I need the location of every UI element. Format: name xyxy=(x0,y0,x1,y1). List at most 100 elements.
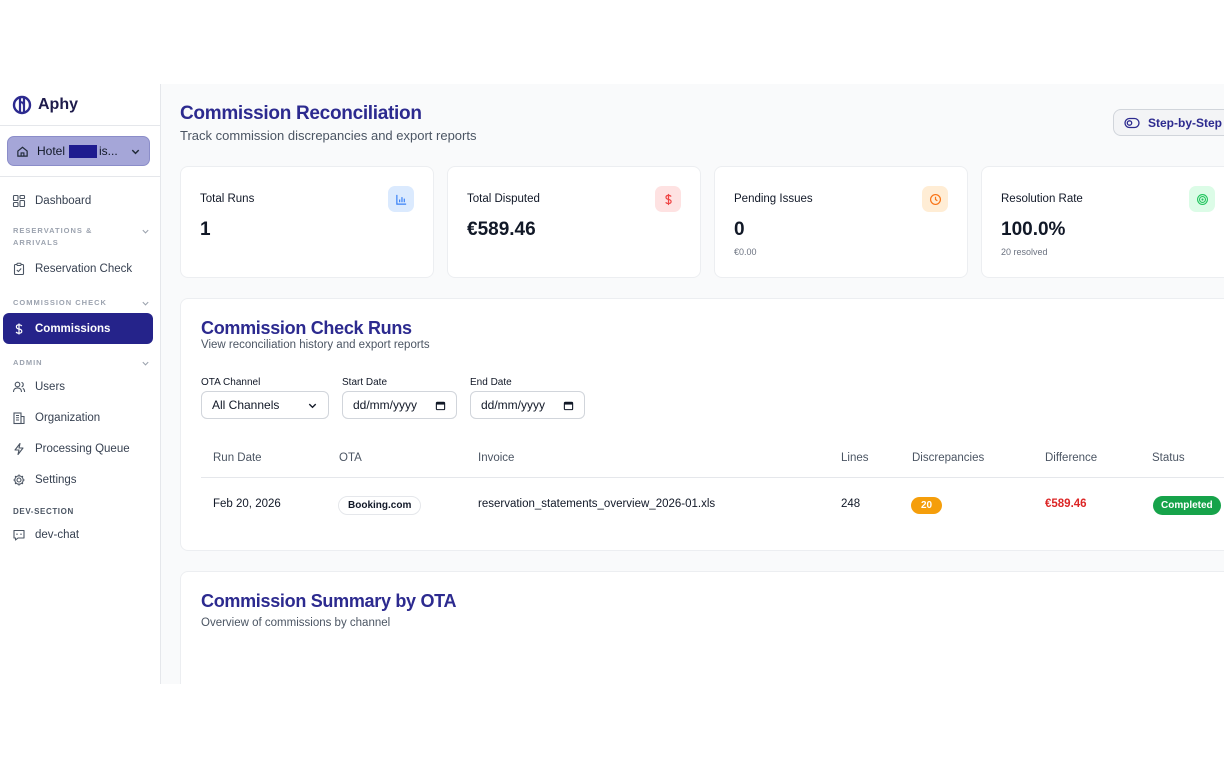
stat-label: Resolution Rate xyxy=(1001,193,1083,205)
users-icon xyxy=(12,381,26,392)
chevron-down-icon xyxy=(142,229,149,234)
sidebar-item-label: dev-chat xyxy=(35,528,80,541)
cell-run-date: Feb 20, 2026 xyxy=(213,498,281,510)
building-icon xyxy=(13,411,25,424)
sidebar-item-reservation-check[interactable]: Reservation Check xyxy=(0,253,160,284)
stat-value: 0 xyxy=(734,219,745,240)
panel-title: Commission Summary by OTA xyxy=(201,591,457,611)
lightning-icon xyxy=(14,442,24,455)
section-label: Commission Check xyxy=(13,298,107,307)
start-date-label: Start Date xyxy=(342,377,388,388)
app-shell: Aphy Hotel is... Dashboard RESERVATIONS … xyxy=(0,84,1224,684)
clipboard-check-icon xyxy=(13,262,25,275)
gear-icon xyxy=(13,474,25,485)
status-badge: Completed xyxy=(1153,496,1221,515)
column-header-invoice[interactable]: Invoice xyxy=(478,452,514,464)
main-content: Commission Reconciliation Track commissi… xyxy=(161,84,1224,684)
section-reservations-arrivals[interactable]: Reservations & Arrivals xyxy=(0,225,160,249)
bar-chart-icon xyxy=(388,186,414,212)
ota-badge: Booking.com xyxy=(338,496,422,515)
commission-summary-panel: Commission Summary by OTA Overview of co… xyxy=(180,571,1224,684)
section-label: Admin xyxy=(13,358,43,367)
sidebar-item-settings[interactable]: Settings xyxy=(0,464,160,495)
ota-channel-label: OTA Channel xyxy=(201,377,261,388)
chevron-down-icon xyxy=(131,149,140,154)
clock-icon xyxy=(922,186,948,212)
column-header-ota[interactable]: OTA xyxy=(339,452,362,464)
hotel-name: Hotel is... xyxy=(37,144,118,158)
end-date-input[interactable]: dd/mm/yyyy xyxy=(470,391,585,419)
panel-subtitle: Overview of commissions by channel xyxy=(201,617,391,629)
section-commission-check[interactable]: Commission Check xyxy=(0,297,160,309)
sidebar-item-label: Organization xyxy=(35,411,101,424)
cell-difference: €589.46 xyxy=(1045,498,1087,510)
section-admin[interactable]: Admin xyxy=(0,357,160,369)
section-label: Reservations & Arrivals xyxy=(13,226,93,247)
brand-name: Aphy xyxy=(38,95,78,113)
stat-card-pending-issues: Pending Issues 0 €0.00 xyxy=(714,166,968,278)
step-by-step-label: Step-by-Step xyxy=(1148,115,1223,130)
panel-title: Commission Check Runs xyxy=(201,318,412,338)
column-header-discrepancies[interactable]: Discrepancies xyxy=(912,452,984,464)
step-by-step-button[interactable]: Step-by-Step xyxy=(1113,109,1224,136)
stat-label: Pending Issues xyxy=(734,193,813,205)
sidebar-item-users[interactable]: Users xyxy=(0,371,160,402)
page-title: Commission Reconciliation xyxy=(180,103,422,124)
stat-note: €0.00 xyxy=(734,247,757,257)
sidebar: Aphy Hotel is... Dashboard RESERVATIONS … xyxy=(0,84,161,684)
aphy-logo-icon xyxy=(12,95,32,114)
sidebar-item-commissions[interactable]: Commissions xyxy=(3,313,153,344)
column-header-run-date[interactable]: Run Date xyxy=(213,452,262,464)
sidebar-item-label: Reservation Check xyxy=(35,262,133,275)
sidebar-item-dashboard[interactable]: Dashboard xyxy=(0,185,160,216)
column-header-lines[interactable]: Lines xyxy=(841,452,869,464)
stat-label: Total Runs xyxy=(200,193,255,205)
stat-card-resolution-rate: Resolution Rate 100.0% 20 resolved xyxy=(981,166,1224,278)
home-icon xyxy=(17,146,28,157)
column-header-difference[interactable]: Difference xyxy=(1045,452,1097,464)
hotel-name-suffix: is... xyxy=(99,144,118,158)
end-date-placeholder: dd/mm/yyyy xyxy=(481,398,546,412)
dollar-icon xyxy=(15,323,23,334)
sidebar-item-label: Dashboard xyxy=(35,194,92,207)
start-date-input[interactable]: dd/mm/yyyy xyxy=(342,391,457,419)
hotel-selector[interactable]: Hotel is... xyxy=(7,136,150,166)
ota-channel-value: All Channels xyxy=(212,398,280,412)
chat-icon xyxy=(13,529,25,541)
stat-note: 20 resolved xyxy=(1001,247,1048,257)
stat-value: €589.46 xyxy=(467,219,536,240)
chevron-down-icon xyxy=(308,403,317,408)
sidebar-item-label: Processing Queue xyxy=(35,442,130,455)
redacted-block xyxy=(69,144,98,158)
stat-card-total-runs: Total Runs 1 xyxy=(180,166,434,278)
stat-value: 1 xyxy=(200,219,211,240)
dashboard-icon xyxy=(12,194,26,207)
chevron-down-icon xyxy=(142,361,149,366)
column-header-status[interactable]: Status xyxy=(1152,452,1185,464)
sidebar-item-processing-queue[interactable]: Processing Queue xyxy=(0,433,160,464)
discrepancies-badge: 20 xyxy=(911,497,942,514)
stat-label: Total Disputed xyxy=(467,193,540,205)
sidebar-item-label: Commissions xyxy=(35,322,111,335)
target-icon xyxy=(1189,186,1215,212)
commission-check-runs-panel: Commission Check Runs View reconciliatio… xyxy=(180,298,1224,551)
start-date-placeholder: dd/mm/yyyy xyxy=(353,398,418,412)
chevron-down-icon xyxy=(142,301,149,306)
sidebar-item-label: Users xyxy=(35,380,66,393)
brand[interactable]: Aphy xyxy=(0,84,160,126)
cell-lines: 248 xyxy=(841,498,861,510)
sidebar-item-label: Settings xyxy=(35,473,77,486)
calendar-icon xyxy=(435,401,446,410)
ota-channel-select[interactable]: All Channels xyxy=(201,391,329,419)
section-dev: Dev-Section xyxy=(13,507,74,516)
sidebar-item-dev-chat[interactable]: dev-chat xyxy=(0,519,160,550)
sidebar-item-organization[interactable]: Organization xyxy=(0,402,160,433)
panel-subtitle: View reconciliation history and export r… xyxy=(201,339,430,351)
hotel-name-prefix: Hotel xyxy=(37,144,66,158)
stat-value: 100.0% xyxy=(1001,219,1066,240)
end-date-label: End Date xyxy=(470,377,512,388)
dollar-icon xyxy=(655,186,681,212)
stat-card-total-disputed: Total Disputed €589.46 xyxy=(447,166,701,278)
cell-invoice[interactable]: reservation_statements_overview_2026-01.… xyxy=(478,498,715,510)
calendar-icon xyxy=(563,401,574,410)
